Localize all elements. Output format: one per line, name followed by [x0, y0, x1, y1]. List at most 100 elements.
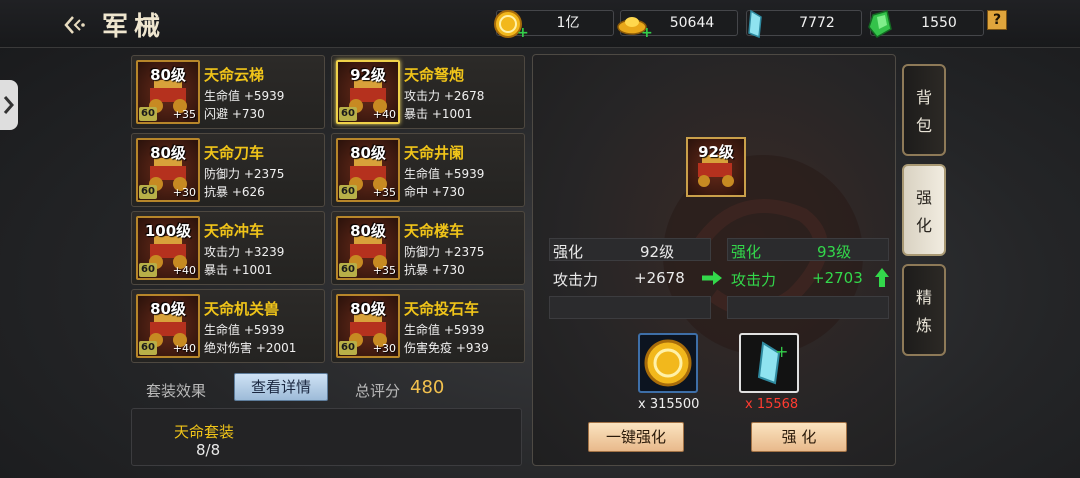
- side-tab[interactable]: 强 化: [902, 164, 946, 256]
- equipment-tier-badge: 60: [139, 107, 157, 121]
- current-enhance-value: 92级: [640, 243, 675, 261]
- equipment-name: 天命弩炮: [404, 66, 465, 84]
- total-score-value: 480: [410, 377, 445, 398]
- current-row-3: [549, 296, 711, 319]
- equipment-card[interactable]: 80级 60 +35 天命井阑生命值 +5939 命中 +730: [331, 133, 525, 207]
- equipment-card[interactable]: 80级 60 +40 天命机关兽 生命值 +5939 绝对伤害 +2001: [131, 289, 325, 363]
- set-count: 8/8: [196, 441, 221, 459]
- side-tab[interactable]: 背 包: [902, 64, 946, 156]
- equipment-thumbnail: 80级 60 +30: [336, 294, 400, 358]
- arrow-up-icon: [874, 267, 890, 293]
- equipment-tier-badge: 60: [139, 185, 157, 199]
- equipment-card[interactable]: 80级 60 +35 天命楼车防御力 +2375 抗暴 +730: [331, 211, 525, 285]
- side-tab[interactable]: 精 炼: [902, 264, 946, 356]
- equipment-card[interactable]: 92级 60 +40 天命弩炮攻击力 +2678 暴击 +1001: [331, 55, 525, 129]
- equipment-level: 92级: [350, 66, 386, 84]
- equipment-thumbnail: 80级 60 +35: [136, 60, 200, 124]
- side-tab-label: 背 包: [915, 88, 932, 135]
- currency-green-gem: 1550: [868, 10, 984, 38]
- set-effect-label: 套装效果: [146, 382, 207, 400]
- equipment-plus-level: +40: [172, 342, 196, 355]
- top-bar: 军械 + 1亿 + 50644 7772 1550 ?: [0, 0, 1080, 48]
- current-attack-value: +2678: [634, 269, 685, 287]
- equipment-tier-badge: 60: [339, 341, 357, 355]
- cost-crystal-slot: +: [739, 333, 799, 393]
- next-attack-label: 攻击力: [731, 271, 777, 289]
- equipment-stat-2: 暴击 +1001: [404, 107, 473, 121]
- equipment-level: 80级: [150, 144, 186, 162]
- current-attack-label: 攻击力: [553, 271, 599, 289]
- equipment-thumbnail: 80级 60 +30: [136, 138, 200, 202]
- equipment-stat-1: 攻击力 +2678: [404, 89, 485, 103]
- equipment-plus-level: +40: [172, 264, 196, 277]
- svg-text:+: +: [775, 342, 788, 361]
- equipment-name: 天命井阑: [404, 144, 465, 162]
- equipment-tier-badge: 60: [139, 263, 157, 277]
- equipment-level: 80级: [350, 144, 386, 162]
- equipment-plus-level: +30: [172, 186, 196, 199]
- view-details-button[interactable]: 查看详情: [234, 373, 328, 401]
- gold-ingot-value: 50644: [669, 15, 715, 31]
- next-row-3: [727, 296, 889, 319]
- equipment-stat-2: 抗暴 +730: [404, 263, 465, 277]
- one-click-enhance-button[interactable]: 一键强化: [588, 422, 684, 452]
- equipment-thumbnail: 80级 60 +35: [336, 138, 400, 202]
- equipment-level: 100级: [144, 222, 192, 240]
- expand-side-menu-button[interactable]: [0, 80, 18, 130]
- equipment-plus-level: +40: [372, 108, 396, 121]
- help-button[interactable]: ?: [987, 10, 1007, 30]
- cost-gold-coin-amount: x 315500: [638, 397, 700, 412]
- equipment-tier-badge: 60: [339, 185, 357, 199]
- equipment-stat-2: 绝对伤害 +2001: [204, 341, 297, 355]
- selected-item-level: 92级: [698, 143, 734, 161]
- equipment-thumbnail: 92级 60 +40: [336, 60, 400, 124]
- equipment-name: 天命冲车: [204, 222, 265, 240]
- equipment-stat-1: 生命值 +5939: [404, 167, 485, 181]
- equipment-thumbnail: 80级 60 +40: [136, 294, 200, 358]
- page-title: 军械: [102, 12, 167, 42]
- equipment-tier-badge: 60: [139, 341, 157, 355]
- next-enhance-value: 93级: [817, 243, 852, 261]
- equipment-card[interactable]: 80级 60 +30 天命投石车生命值 +5939 伤害免疫 +939: [331, 289, 525, 363]
- equipment-stat-2: 抗暴 +626: [204, 185, 265, 199]
- currency-blue-crystal: 7772: [746, 9, 862, 39]
- equipment-stat-2: 暴击 +1001: [204, 263, 273, 277]
- equipment-plus-level: +35: [372, 264, 396, 277]
- total-score-label: 总评分: [355, 382, 401, 400]
- equipment-thumbnail: 80级 60 +35: [336, 216, 400, 280]
- equipment-name: 天命云梯: [204, 66, 265, 84]
- blue-crystal-icon: [739, 7, 773, 41]
- green-gem-icon: [863, 7, 897, 41]
- green-gem-value: 1550: [921, 15, 957, 31]
- equipment-card[interactable]: 80级 60 +30 天命刀车 防御力 +2375 抗暴 +626: [131, 133, 325, 207]
- equipment-card[interactable]: 80级 60 +35 天命云梯 生命值 +5939 闪避 +730: [131, 55, 325, 129]
- equipment-stat-2: 命中 +730: [404, 185, 465, 199]
- equipment-stat-1: 生命值 +5939: [404, 323, 485, 337]
- chevron-right-icon: [3, 96, 14, 114]
- back-arrow-icon[interactable]: [62, 12, 88, 38]
- equipment-level: 80级: [350, 300, 386, 318]
- currency-gold-coin: + 1亿: [494, 10, 614, 41]
- blue-crystal-icon: +: [757, 341, 788, 385]
- set-name: 天命套装: [174, 423, 235, 441]
- selected-item-thumbnail: 92级: [686, 137, 746, 197]
- equipment-name: 天命楼车: [404, 222, 465, 240]
- equipment-card[interactable]: 100级 60 +40 天命冲车 攻击力 +3239 暴击 +1001: [131, 211, 325, 285]
- gold-coin-value: 1亿: [556, 15, 580, 31]
- equipment-stat-2: 伤害免疫 +939: [404, 341, 489, 355]
- next-attack-value: +2703: [812, 269, 863, 287]
- equipment-plus-level: +35: [372, 186, 396, 199]
- equipment-level: 80级: [150, 300, 186, 318]
- blue-crystal-value: 7772: [799, 15, 835, 31]
- equipment-stat-1: 生命值 +5939: [204, 323, 285, 337]
- enhance-button[interactable]: 强 化: [751, 422, 847, 452]
- equipment-stat-1: 防御力 +2375: [404, 245, 485, 259]
- equipment-tier-badge: 60: [339, 107, 357, 121]
- enhance-panel: 92级 强化 92级 攻击力 +2678 强化 93级 攻击力 +2703 x …: [532, 54, 896, 466]
- equipment-plus-level: +30: [372, 342, 396, 355]
- equipment-stat-1: 防御力 +2375: [204, 167, 285, 181]
- cost-crystal-amount: x 15568: [745, 397, 799, 412]
- equipment-name: 天命投石车: [404, 300, 480, 318]
- equipment-plus-level: +35: [172, 108, 196, 121]
- currency-gold-ingot: + 50644: [617, 10, 738, 41]
